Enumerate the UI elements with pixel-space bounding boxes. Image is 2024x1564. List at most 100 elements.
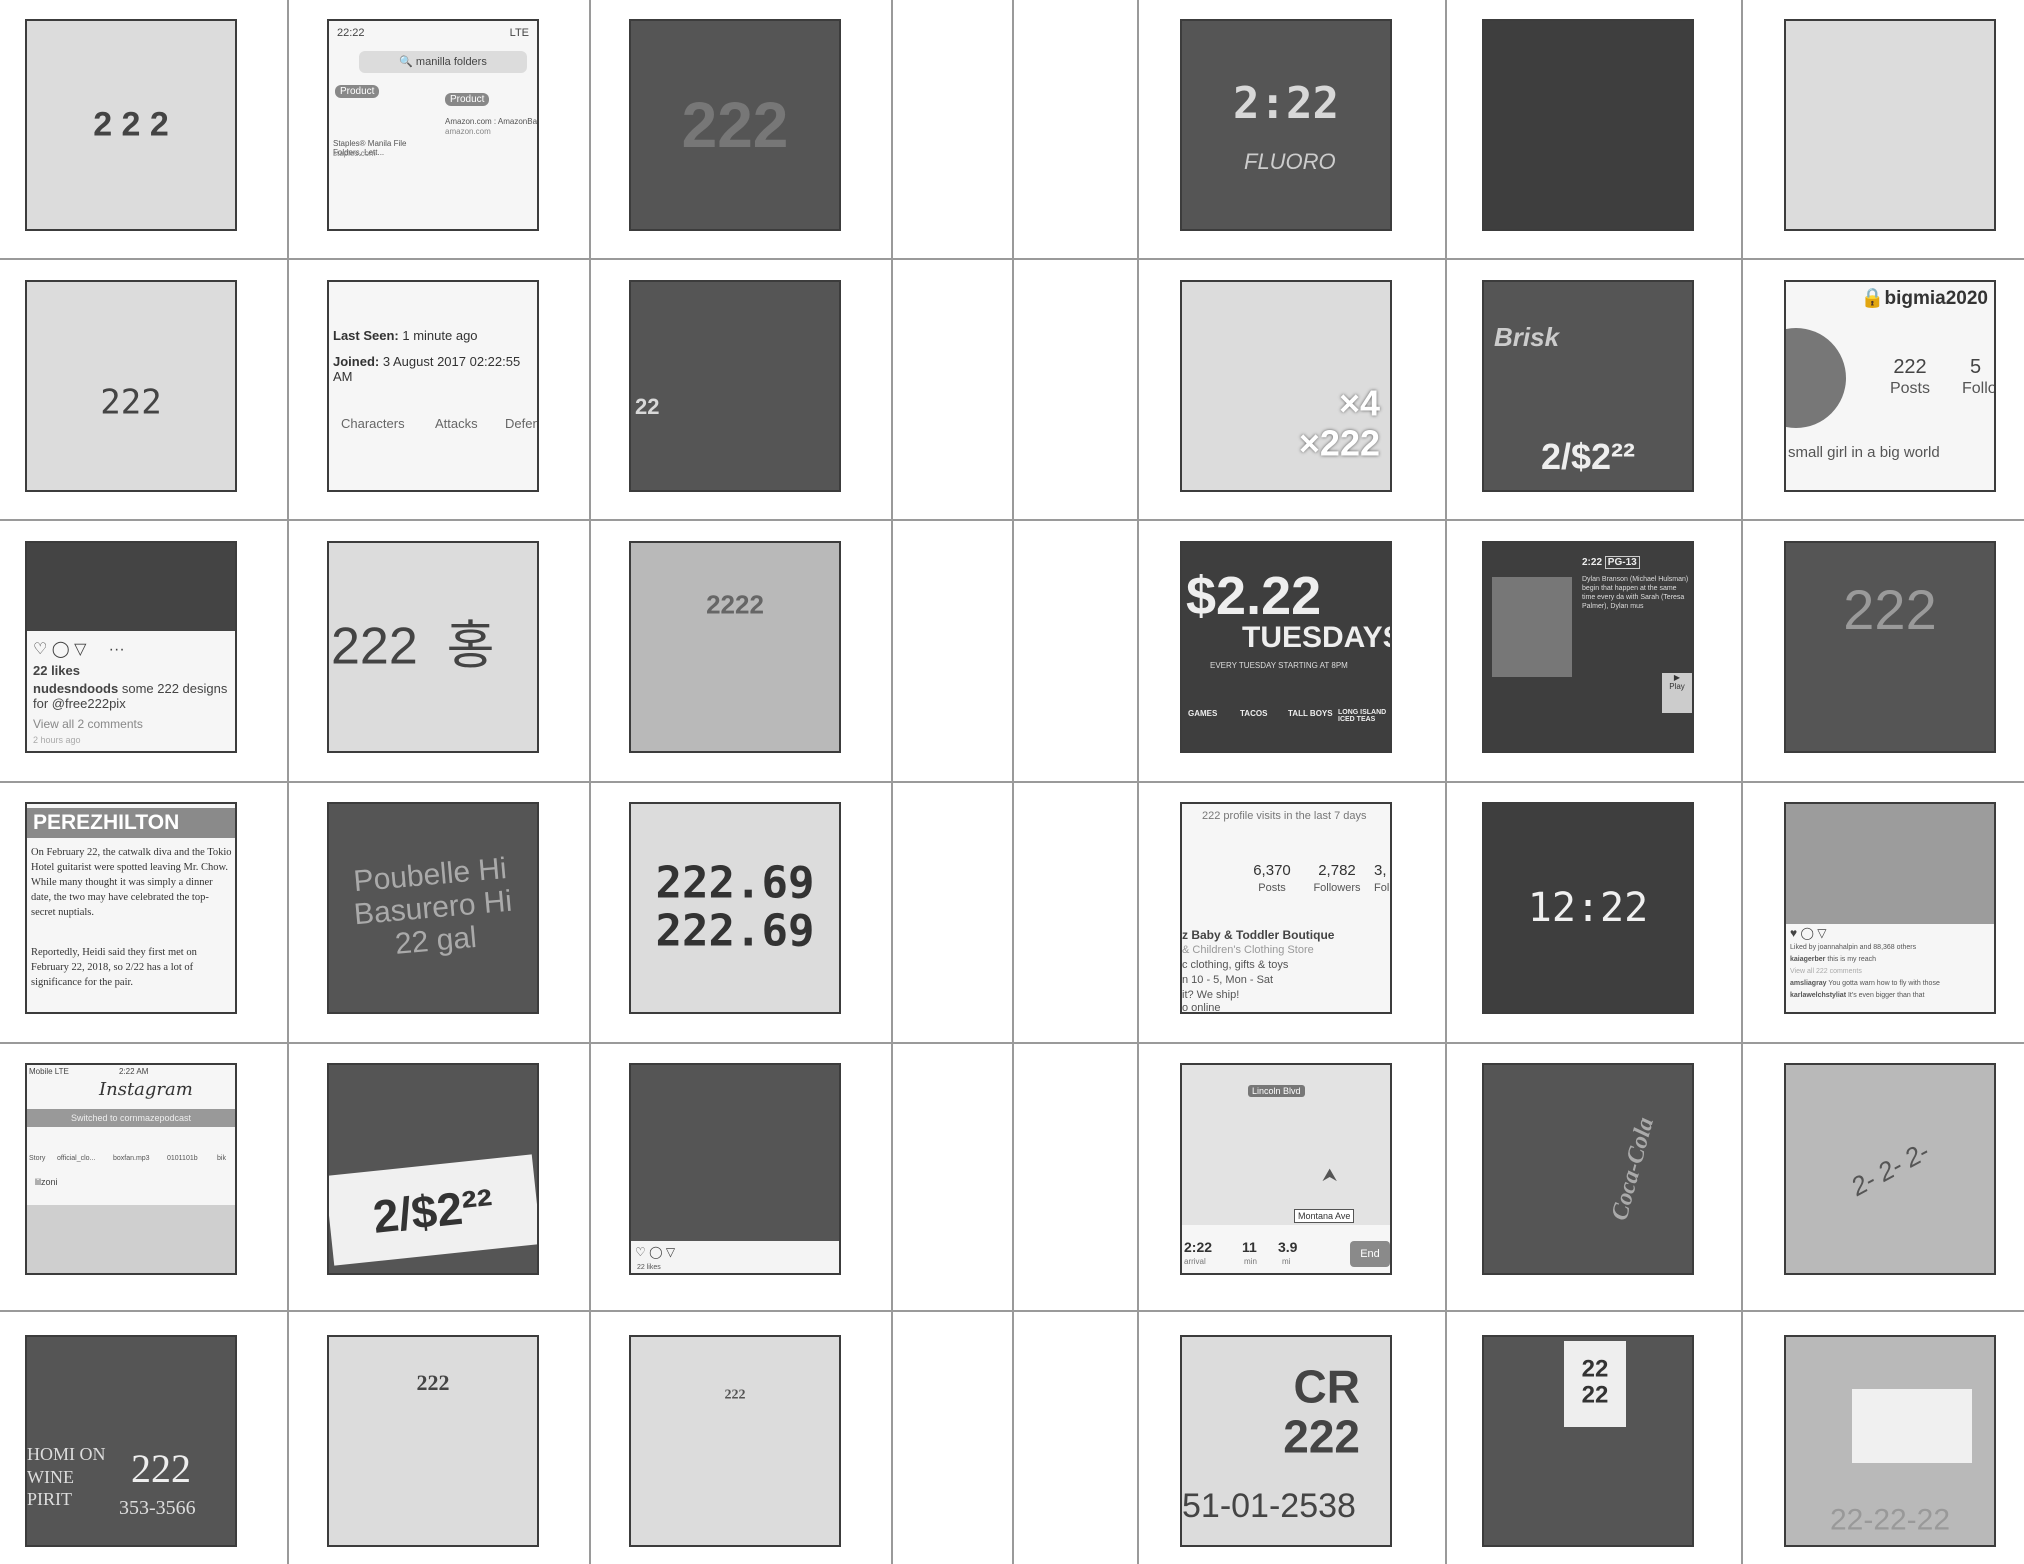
posts-label: Posts (1889, 380, 1930, 397)
photo-tile-jeep[interactable]: 22 (629, 280, 841, 492)
photo-tile-stove[interactable] (1784, 19, 1996, 231)
photo-tile-rope-bundle[interactable]: 2- 2- 2- (1784, 1063, 1996, 1275)
photo-tile-bus-222[interactable]: 222 (25, 280, 237, 492)
photo-tile-price-sign[interactable]: 2/$2²² (327, 1063, 539, 1275)
photo-tile-wine-shop-sign[interactable]: HOMI ON WINE PIRIT 222 353-3566 (25, 1335, 237, 1547)
business-category: & Children's Clothing Store (1182, 944, 1314, 956)
play-button[interactable]: ▶ Play (1662, 673, 1692, 713)
photo-tile-skinny-sign[interactable]: 22 22 (1482, 1335, 1694, 1547)
photo-tile-222-outline[interactable]: 222 (629, 19, 841, 231)
post-actions: ♡ ◯ ▽ (635, 1245, 676, 1259)
photo-tile-trash-can[interactable]: Poubelle Hi Basurero Hi 22 gal (327, 802, 539, 1014)
play-icon: ▶ (1673, 673, 1681, 682)
post-image (1786, 804, 1994, 924)
end-button[interactable]: End (1350, 1241, 1390, 1267)
photo-tile-sticker-sheet[interactable]: 2222 (629, 541, 841, 753)
photo-tile-night[interactable] (1482, 19, 1694, 231)
photo-tile-brisk-price[interactable]: Brisk 2/$2²² (1482, 280, 1694, 492)
shop-name: HOMI ON WINE PIRIT (27, 1444, 106, 1509)
photo-tile-clock-fluoro[interactable]: 2:22 FLUORO (1180, 19, 1392, 231)
business-line: it? We ship! (1182, 989, 1240, 1001)
post-actions: ♡ ◯ ▽ ··· (33, 641, 125, 658)
street-label: Montana Ave (1294, 1209, 1355, 1223)
avatar (1786, 328, 1846, 428)
account-toast: Switched to cornmazepodcast (27, 1109, 235, 1127)
article-paragraph: On February 22, the catwalk diva and the… (31, 847, 232, 918)
screenshot-tile-profile-joined[interactable]: Last Seen: 1 minute ago Joined: 3 August… (327, 280, 539, 492)
post-user: lilzoni (35, 1177, 58, 1187)
tile-caption: CR 222 (1283, 1360, 1360, 1463)
story-label: bik (217, 1155, 226, 1162)
business-line: c clothing, gifts & toys (1182, 959, 1289, 971)
comments-link: View all 2 comments (33, 717, 143, 731)
last-seen-value: 1 minute ago (402, 328, 478, 343)
tab-characters: Characters (341, 416, 405, 431)
photo-tile-building-selfie[interactable]: 222 (629, 1335, 841, 1547)
screenshot-tile-instagram-stories[interactable]: Mobile LTE 2:22 AM Instagram Switched to… (25, 1063, 237, 1275)
liked-by: Liked by joannahalpin and 88,368 others (1790, 944, 1917, 951)
screenshot-tile-business-profile[interactable]: 222 profile visits in the last 7 days 6,… (1180, 802, 1392, 1014)
photo-tile-label-222[interactable]: CR 222 51-01-2538 (1180, 1335, 1392, 1547)
photo-tile-222-korean[interactable]: 222 홍 (327, 541, 539, 753)
photo-tile-alarm-clock[interactable]: 12:22 (1482, 802, 1694, 1014)
status-time: 2:22 AM (119, 1067, 149, 1076)
photo-tile-led-display[interactable]: 222.69 222.69 (629, 802, 841, 1014)
photo-tile-222-embossed[interactable]: 222 (1784, 541, 1996, 753)
lock-icon: 🔒 (1860, 288, 1885, 309)
screenshot-tile-news-article[interactable]: PEREZHILTON On February 22, the catwalk … (25, 802, 237, 1014)
screenshot-tile-instagram-post[interactable]: ♡ ◯ ▽ ··· 22 likes nudesndoods some 222 … (25, 541, 237, 753)
tile-caption: 12:22 (1527, 885, 1649, 931)
posts-count: 222 (1893, 356, 1927, 378)
comment-user: karlawelchstyliat (1790, 992, 1847, 999)
app-title: Instagram (99, 1079, 193, 1100)
street-label: Lincoln Blvd (1248, 1085, 1305, 1097)
tile-caption: 222.69 222.69 (655, 857, 815, 957)
photo-tile-tuesdays-ad[interactable]: $2.22 TUESDAYS EVERY TUESDAY STARTING AT… (1180, 541, 1392, 753)
screenshot-tile-instagram-profile[interactable]: 🔒bigmia2020 222 Posts 5 Follo small girl… (1784, 280, 1996, 492)
photo-tile-coca-cola-sign[interactable]: Coca-Cola (1482, 1063, 1694, 1275)
posts-count: 6,370 (1253, 862, 1291, 879)
tile-caption: ×4 ×222 (1298, 382, 1380, 464)
promo-sub: EVERY TUESDAY STARTING AT 8PM (1210, 661, 1348, 670)
label-number: 51-01-2538 (1182, 1487, 1356, 1525)
business-line: n 10 - 5, Mon - Sat (1182, 974, 1274, 986)
distance-value: 3.9 (1278, 1239, 1298, 1255)
screenshot-tile-instagram-mirror[interactable]: ♥ ◯ ▽ Liked by joannahalpin and 88,368 o… (1784, 802, 1996, 1014)
promo-item: TACOS (1240, 709, 1268, 718)
photo-tile-222-sign[interactable]: 2 2 2 (25, 19, 237, 231)
post-image (27, 1205, 235, 1273)
phone-number: 353-3566 (119, 1497, 196, 1519)
brand-label: Brisk (1494, 322, 1560, 352)
article-paragraph: Reportedly, Heidi said they first met on… (31, 947, 197, 988)
likes-count: 22 likes (637, 1264, 661, 1271)
business-name: z Baby & Toddler Boutique (1182, 928, 1335, 942)
screenshot-tile-movie-info[interactable]: 2:22 PG-13 Dylan Branson (Michael Hulsma… (1482, 541, 1694, 753)
distance-label: mi (1282, 1257, 1291, 1266)
tile-caption: 222 홍 (331, 617, 495, 676)
follow-label: Follo (1962, 380, 1996, 397)
screenshot-tile-map-navigation[interactable]: Lincoln Blvd Montana Ave ⮝ 2:22 arrival … (1180, 1063, 1392, 1275)
promo-title: TUESDAYS (1242, 621, 1392, 654)
screenshot-tile-instagram-photo[interactable]: ♡ ◯ ▽ 22 likes (629, 1063, 841, 1275)
tile-caption: 222 (724, 1387, 746, 1403)
product-badge: Product (445, 93, 490, 106)
post-user: kaiagerber (1790, 956, 1826, 963)
navigation-arrow-icon: ⮝ (1322, 1165, 1338, 1185)
follow-count: 5 (1970, 356, 1982, 378)
photo-tile-truck[interactable]: 22-22-22 (1784, 1335, 1996, 1547)
story-label: 0101101b (167, 1155, 198, 1162)
tile-caption: 2222 (706, 590, 764, 621)
search-bar: 🔍 manilla folders (359, 51, 527, 73)
photo-tile-building-222[interactable]: 222 (327, 1335, 539, 1547)
screenshot-tile-game-score[interactable]: ×4 ×222 (1180, 280, 1392, 492)
comment-user: amsliagray (1790, 980, 1827, 987)
profile-bio: small girl in a big world (1788, 444, 1940, 461)
grid-divider (0, 258, 2024, 260)
tile-caption: 2- 2- 2- (1845, 1135, 1934, 1202)
story-label: official_clo... (57, 1155, 96, 1162)
arrival-time: 2:22 (1184, 1239, 1213, 1255)
tile-caption: 222 (131, 1446, 191, 1491)
screenshot-tile-search[interactable]: 22:22 LTE 🔍 manilla folders Product Produ… (327, 19, 539, 231)
profile-visits: 222 profile visits in the last 7 days (1202, 810, 1367, 822)
promo-item: TALL BOYS (1288, 709, 1333, 718)
